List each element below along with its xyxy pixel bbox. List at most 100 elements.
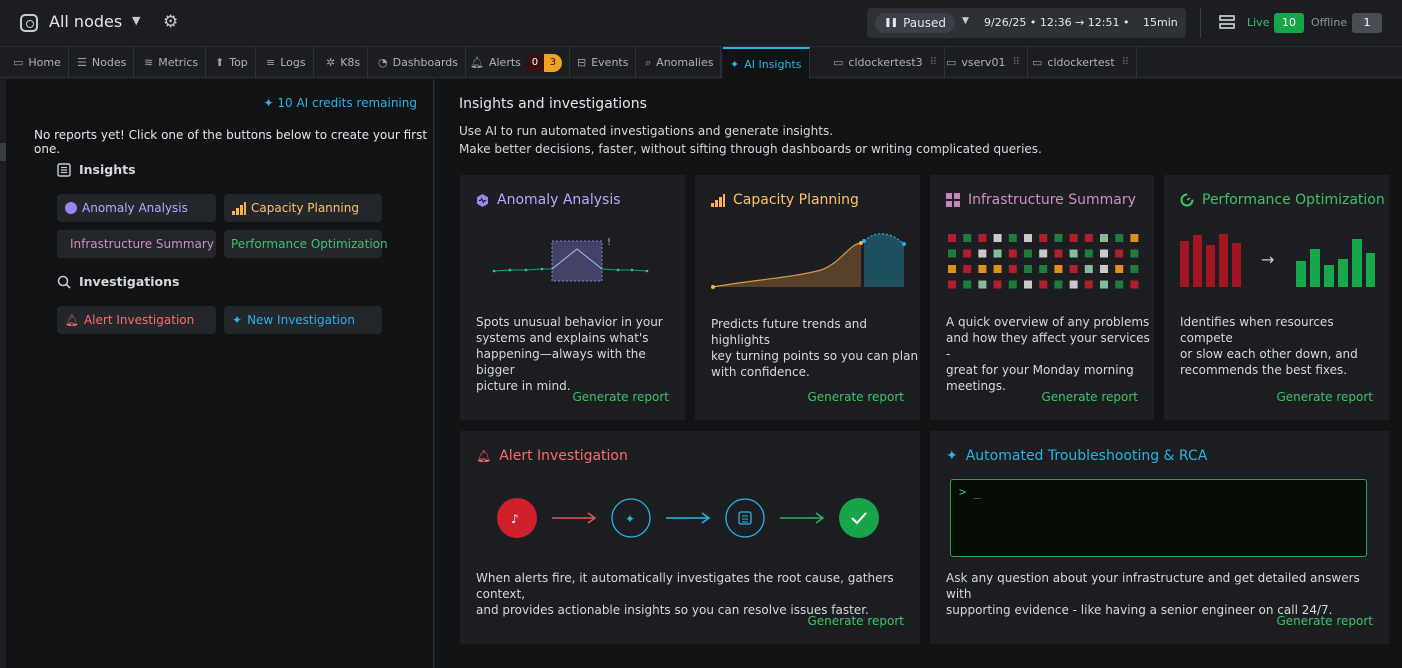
card-title-label: Anomaly Analysis	[497, 192, 621, 208]
status-cell	[1054, 249, 1063, 258]
sparkle-icon: ✦	[263, 96, 278, 110]
server-icon	[1219, 15, 1235, 29]
drag-handle-icon[interactable]: ⠿	[1122, 57, 1129, 68]
tab-node-vserv01[interactable]: ▭ vserv01 ⠿	[939, 47, 1028, 78]
chevron-down-icon[interactable]: ▼	[962, 16, 969, 26]
anomaly-analysis-button[interactable]: Anomaly Analysis	[57, 194, 216, 222]
pause-button[interactable]: ❚❚ Paused	[875, 13, 955, 33]
status-cell	[1054, 234, 1063, 242]
performance-optimization-button[interactable]: Performance Optimization	[224, 230, 388, 258]
ai-credits-label: 10 AI credits remaining	[277, 96, 417, 110]
time-range[interactable]: 9/26/25 • 12:36 → 12:51 •	[984, 16, 1129, 29]
alert-investigation-card[interactable]: 🔔︎ Alert Investigation ♪ ✦ When alerts f…	[460, 431, 920, 644]
gear-icon[interactable]: ⚙	[163, 12, 178, 32]
offline-count-badge[interactable]: 1	[1352, 13, 1382, 33]
live-count-badge[interactable]: 10	[1274, 13, 1304, 33]
status-cell	[1008, 249, 1017, 258]
gauge-icon	[1180, 193, 1194, 207]
svg-text:!: !	[607, 237, 611, 248]
status-cell	[1130, 249, 1139, 258]
tab-label: K8s	[340, 56, 361, 69]
pause-label: Paused	[903, 16, 946, 30]
tab-events[interactable]: ⊟ Events	[570, 47, 637, 78]
performance-optimization-card[interactable]: Performance Optimization → Identifies wh…	[1164, 175, 1389, 420]
status-cell	[1008, 280, 1017, 289]
capacity-planning-card[interactable]: Capacity Planning Predicts future trends…	[695, 175, 920, 420]
investigations-heading-label: Investigations	[79, 274, 180, 289]
status-cell	[1024, 249, 1032, 258]
button-label: Alert Investigation	[83, 313, 195, 327]
tab-label: Events	[591, 56, 629, 69]
tab-label: Nodes	[91, 56, 127, 69]
chevron-down-icon[interactable]: ▼	[132, 14, 140, 27]
events-icon: ⊟	[577, 56, 587, 69]
status-cell	[978, 234, 987, 242]
infrastructure-summary-button[interactable]: Infrastructure Summary	[57, 230, 216, 258]
time-controls: ❚❚ Paused ▼ 9/26/25 • 12:36 → 12:51 • 15…	[867, 8, 1186, 38]
tab-label: Anomalies	[656, 56, 714, 69]
page-subtitle: Make better decisions, faster, without s…	[459, 142, 1042, 156]
divider	[1200, 8, 1201, 38]
description-line: Ask any question about your infrastructu…	[946, 571, 1360, 601]
status-cell	[978, 265, 987, 273]
top-bar: All nodes ▼ ⚙ ❚❚ Paused ▼ 9/26/25 • 12:3…	[0, 0, 1402, 46]
card-description: Predicts future trends and highlights ke…	[711, 316, 920, 380]
tab-ai-insights[interactable]: ✦ AI Insights	[723, 47, 810, 79]
button-label: Anomaly Analysis	[82, 201, 188, 215]
tab-dashboards[interactable]: ◔ Dashboards	[371, 47, 467, 78]
search-icon	[57, 275, 71, 289]
status-cell	[993, 265, 1002, 273]
description-line: recommends the best fixes.	[1180, 363, 1348, 377]
anomaly-analysis-card[interactable]: Anomaly Analysis ! Spots unusual behavio…	[460, 175, 685, 420]
tab-k8s[interactable]: ✲ K8s	[319, 47, 369, 78]
generate-report-link[interactable]: Generate report	[1276, 390, 1373, 404]
tab-label: Top	[229, 56, 248, 69]
status-cell	[1115, 249, 1124, 258]
button-label: Performance Optimization	[231, 237, 388, 251]
drag-handle-icon[interactable]: ⠿	[1012, 57, 1019, 68]
tab-nodes[interactable]: ☰ Nodes	[70, 47, 135, 78]
tab-node-cldockertest3[interactable]: ▭ cldockertest3 ⠿	[826, 47, 945, 78]
drag-handle-icon[interactable]: ⠿	[930, 57, 937, 68]
sparkle-icon: ✦	[232, 313, 243, 327]
generate-report-link[interactable]: Generate report	[1276, 614, 1373, 628]
page-title: Insights and investigations	[459, 96, 647, 112]
alert-investigation-button[interactable]: 🔔︎ Alert Investigation	[57, 306, 216, 334]
empty-state-message: No reports yet! Click one of the buttons…	[34, 128, 428, 156]
description-line: or slow each other down, and	[1180, 347, 1358, 361]
automated-troubleshooting-card[interactable]: ✦ Automated Troubleshooting & RCA > _ As…	[930, 431, 1389, 644]
node-icon: ▭	[1032, 56, 1043, 69]
description-line: Spots unusual behavior in your	[476, 315, 663, 329]
card-title: Infrastructure Summary	[946, 192, 1136, 208]
card-title-label: Automated Troubleshooting & RCA	[965, 448, 1208, 464]
status-cell	[993, 234, 1002, 242]
generate-report-link[interactable]: Generate report	[807, 614, 904, 628]
description-line: A quick overview of any problems	[946, 315, 1150, 329]
time-duration[interactable]: 15min	[1143, 16, 1178, 29]
status-cell	[1084, 280, 1093, 289]
space-logo-icon[interactable]	[20, 14, 38, 32]
tab-alerts[interactable]: 🔔︎ Alerts 03	[463, 47, 570, 78]
generate-report-link[interactable]: Generate report	[807, 390, 904, 404]
dashboard-gauge-icon: ◔	[378, 56, 388, 69]
tab-metrics[interactable]: ≋ Metrics	[137, 47, 207, 78]
generate-report-link[interactable]: Generate report	[572, 390, 669, 404]
card-title: ✦ Automated Troubleshooting & RCA	[946, 448, 1207, 464]
tab-top[interactable]: ⬆ Top	[208, 47, 256, 78]
status-cell	[963, 234, 972, 242]
tab-logs[interactable]: ≡ Logs	[259, 47, 314, 78]
space-title[interactable]: All nodes	[49, 12, 122, 31]
status-cell	[1100, 265, 1108, 273]
tab-node-cldockertest[interactable]: ▭ cldockertest ⠿	[1025, 47, 1137, 78]
tab-home[interactable]: ▭ Home	[6, 47, 69, 78]
status-cell	[1008, 234, 1017, 242]
arrow-up-icon: ⬆	[215, 56, 225, 69]
infrastructure-summary-card[interactable]: Infrastructure Summary A quick overview …	[930, 175, 1154, 420]
tab-label: Logs	[280, 56, 306, 69]
new-investigation-button[interactable]: ✦ New Investigation	[224, 306, 382, 334]
status-cell	[1115, 234, 1124, 242]
tab-anomalies[interactable]: ⌕ Anomalies	[638, 47, 722, 78]
capacity-planning-button[interactable]: Capacity Planning	[224, 194, 382, 222]
generate-report-link[interactable]: Generate report	[1041, 390, 1138, 404]
rca-terminal-input[interactable]: > _	[950, 479, 1367, 557]
